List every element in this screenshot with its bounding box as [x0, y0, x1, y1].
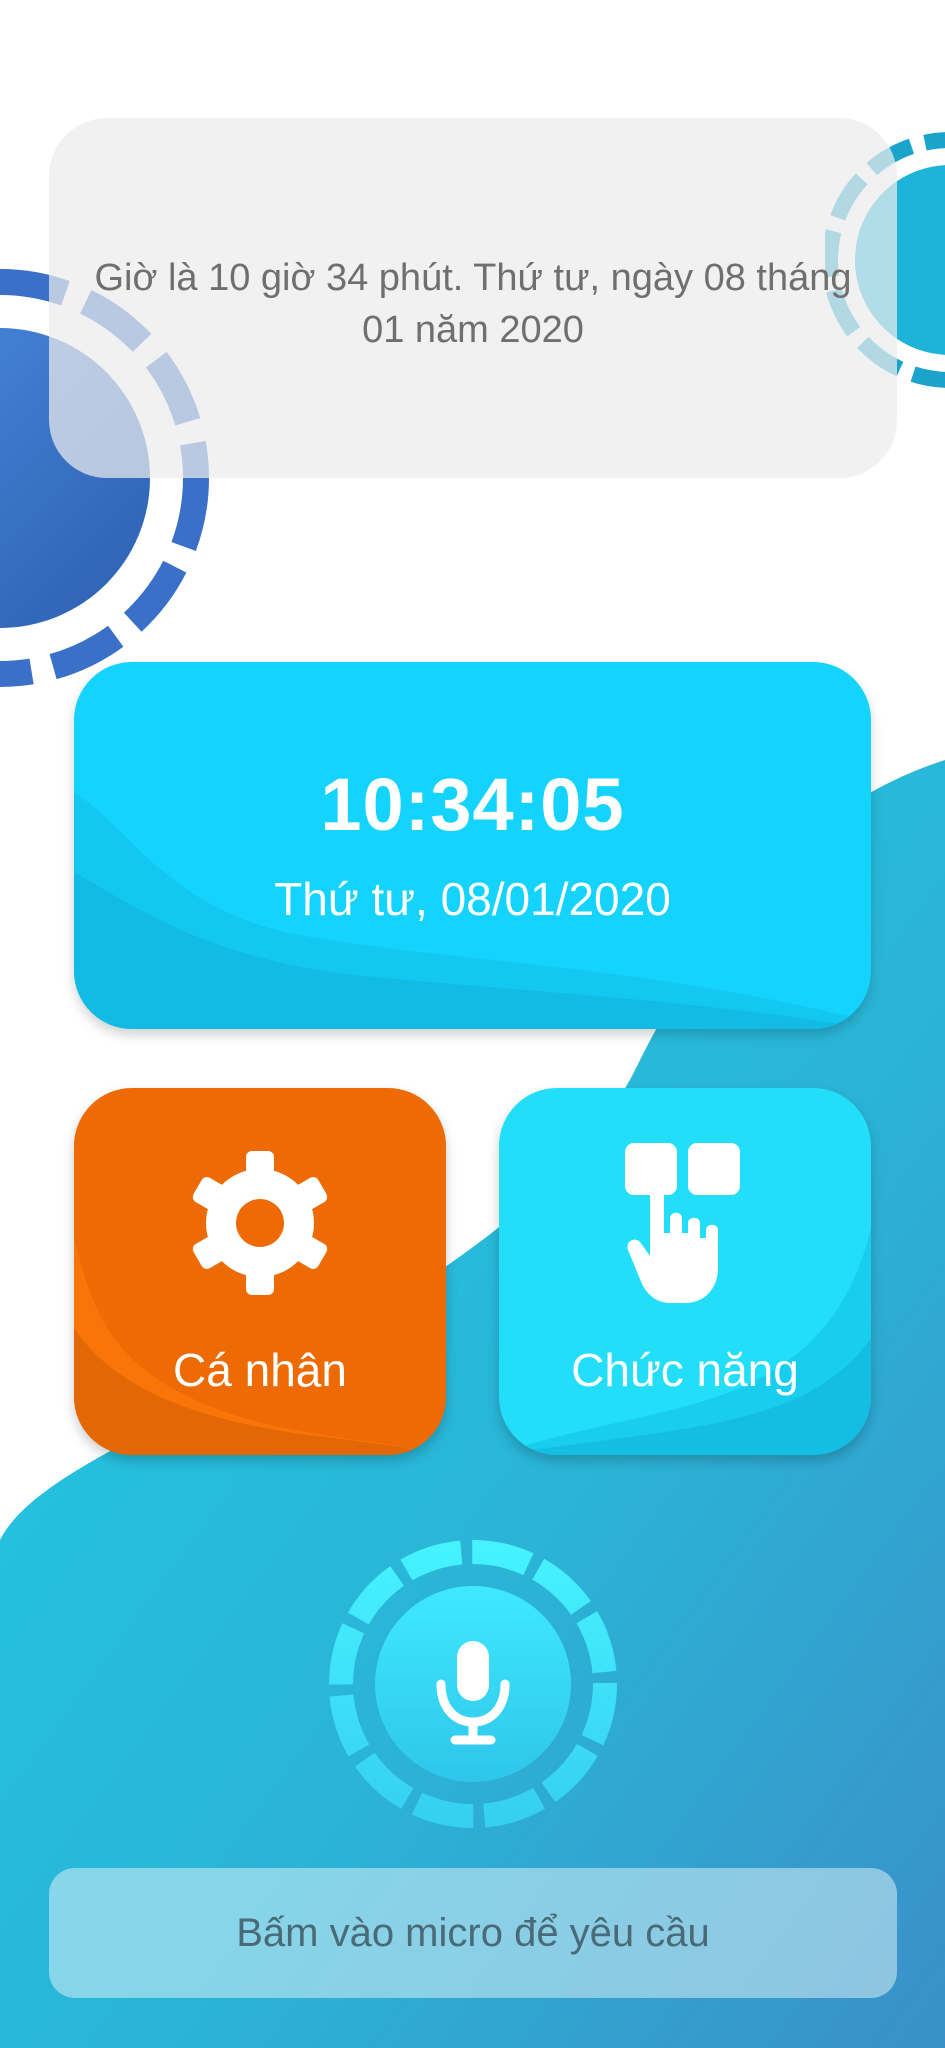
microphone-button-graphic: [329, 1540, 617, 1828]
personal-tile-button[interactable]: Cá nhân: [74, 1088, 446, 1455]
assistant-message-card: Giờ là 10 giờ 34 phút. Thứ tư, ngày 08 t…: [49, 118, 897, 478]
clock-date: Thứ tư, 08/01/2020: [274, 873, 671, 925]
assistant-message-text: Giờ là 10 giờ 34 phút. Thứ tư, ngày 08 t…: [94, 257, 852, 351]
function-tile-label: Chức năng: [571, 1344, 799, 1396]
clock-card[interactable]: 10:34:05 Thứ tư, 08/01/2020: [74, 662, 871, 1029]
voice-prompt-bar: Bấm vào micro để yêu cầu: [49, 1868, 897, 1998]
function-tile-button[interactable]: Chức năng: [499, 1088, 871, 1455]
microphone-button[interactable]: [327, 1538, 619, 1830]
personal-tile-label: Cá nhân: [173, 1344, 347, 1396]
tap-grid-icon: [625, 1143, 740, 1303]
voice-prompt-text: Bấm vào micro để yêu cầu: [236, 1910, 710, 1955]
clock-time: 10:34:05: [320, 763, 625, 846]
gear-icon: [192, 1151, 328, 1295]
